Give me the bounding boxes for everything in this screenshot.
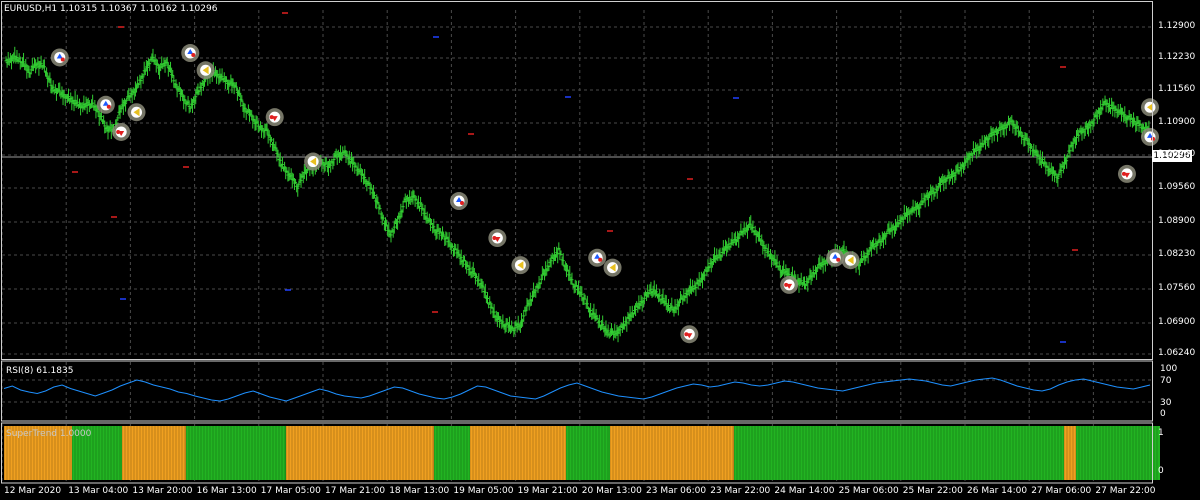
- sell-dot: [269, 115, 274, 120]
- supertrend-histogram: [3, 426, 1160, 480]
- time-axis-tick: 27 Mar 06:00: [1031, 486, 1092, 496]
- trade-signals: [50, 12, 1159, 344]
- sell-dot: [116, 129, 121, 134]
- time-axis-tick: 25 Mar 06:00: [838, 486, 899, 496]
- supertrend-level-1: 1: [1158, 428, 1164, 438]
- buy-dot: [598, 257, 603, 262]
- rsi-label: RSI(8) 61.1835: [6, 366, 74, 376]
- time-axis-tick: 24 Mar 14:00: [774, 486, 835, 496]
- symbol-info: EURUSD,H1 1.10315 1.10367 1.10162 1.1029…: [4, 4, 218, 14]
- price-axis-tick: 1.09960: [1158, 149, 1196, 159]
- rsi-panel-frame: [1, 360, 1153, 422]
- price-axis-tick: 1.09560: [1158, 182, 1196, 192]
- price-axis-tick: 1.08900: [1158, 216, 1196, 226]
- rsi-series: [3, 377, 1151, 402]
- time-axis-tick: 13 Mar 20:00: [132, 486, 193, 496]
- supertrend-level-0: 0: [1158, 466, 1164, 476]
- buy-dot: [60, 57, 65, 62]
- price-axis-tick: 1.12230: [1158, 52, 1196, 62]
- price-series: [4, 46, 1151, 343]
- time-axis-tick: 20 Mar 13:00: [581, 486, 642, 496]
- sell-dot: [1121, 171, 1126, 176]
- time-axis-tick: 19 Mar 21:00: [517, 486, 578, 496]
- sell-dot: [492, 236, 497, 241]
- time-axis-tick: 17 Mar 05:00: [260, 486, 321, 496]
- time-axis-tick: 23 Mar 06:00: [646, 486, 707, 496]
- rsi-level-70: 70: [1160, 376, 1172, 386]
- buy-dot: [106, 104, 111, 109]
- price-axis-tick: 1.11560: [1158, 84, 1196, 94]
- buy-dot: [191, 53, 196, 58]
- time-axis-tick: 12 Mar 2020: [4, 486, 62, 496]
- time-axis-tick: 18 Mar 13:00: [389, 486, 450, 496]
- time-axis-tick: 13 Mar 04:00: [68, 486, 129, 496]
- rsi-level-0: 0: [1160, 409, 1166, 419]
- price-axis-tick: 1.06240: [1158, 348, 1196, 358]
- time-axis-tick: 26 Mar 14:00: [967, 486, 1028, 496]
- main-panel-frame: [1, 1, 1153, 360]
- price-axis-tick: 1.08230: [1158, 249, 1196, 259]
- chart-canvas[interactable]: [0, 0, 1200, 500]
- supertrend-label: SuperTrend 1.0000: [6, 429, 92, 439]
- time-axis-tick: 16 Mar 13:00: [196, 486, 257, 496]
- buy-dot: [459, 201, 464, 206]
- supertrend-segment-down: [122, 426, 186, 480]
- time-axis-tick: 19 Mar 05:00: [453, 486, 514, 496]
- buy-dot: [836, 257, 841, 262]
- time-axis-tick: 27 Mar 22:00: [1095, 486, 1156, 496]
- time-axis-tick: 25 Mar 22:00: [902, 486, 963, 496]
- supertrend-segment-down: [610, 426, 734, 480]
- rsi-level-30: 30: [1160, 398, 1172, 408]
- sell-dot: [684, 332, 689, 337]
- price-axis-tick: 1.06900: [1158, 317, 1196, 327]
- time-axis-tick: 23 Mar 22:00: [710, 486, 771, 496]
- supertrend-segment-up: [566, 426, 610, 480]
- sell-dot: [784, 282, 789, 287]
- time-axis-tick: 17 Mar 21:00: [325, 486, 386, 496]
- rsi-level-100: 100: [1160, 364, 1178, 374]
- price-axis-tick: 1.12900: [1158, 21, 1196, 31]
- price-axis-tick: 1.10900: [1158, 117, 1196, 127]
- price-axis-tick: 1.07560: [1158, 283, 1196, 293]
- rsi-line: [3, 377, 1151, 402]
